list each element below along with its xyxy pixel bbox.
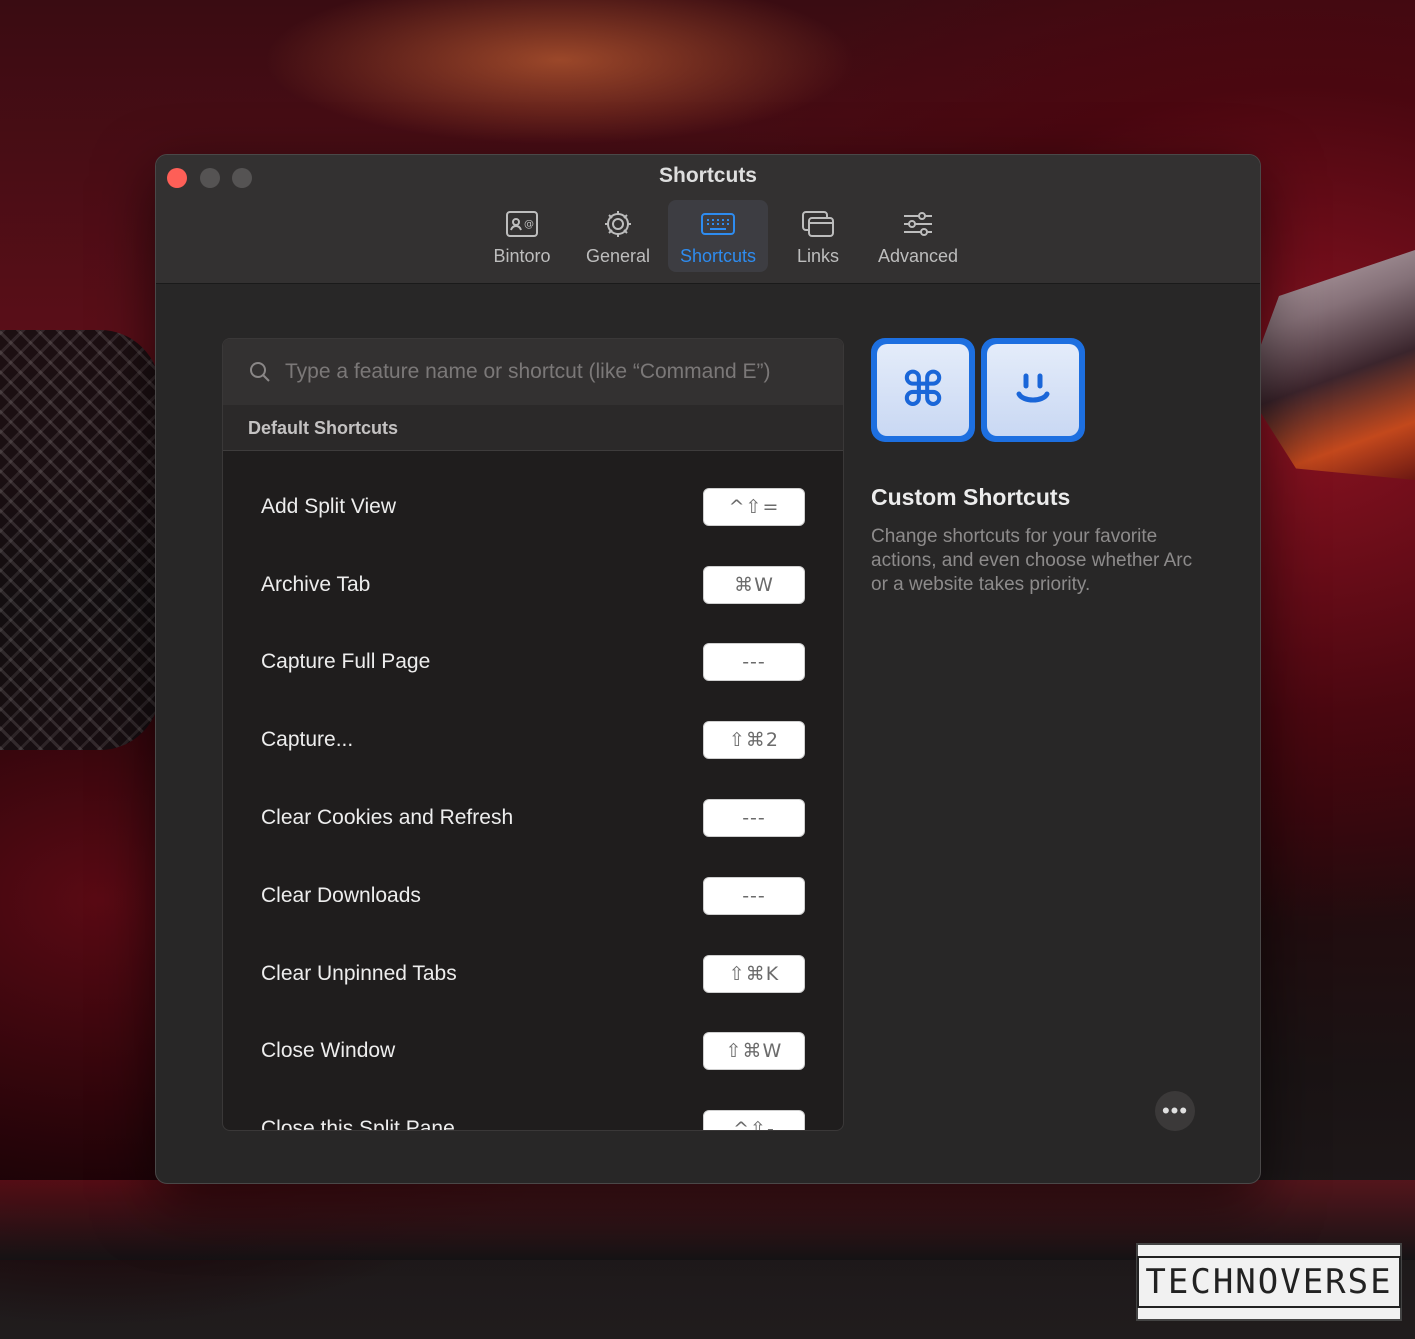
search-input[interactable]	[285, 360, 825, 384]
shortcut-row: Capture Full Page ---	[223, 624, 843, 702]
more-options-button[interactable]: •••	[1155, 1091, 1195, 1131]
shortcut-key-button[interactable]: ⇧⌘2	[703, 721, 805, 760]
preferences-tabs: @ Bintoro General Shortcuts Links Advanc…	[476, 200, 968, 272]
background-grille	[0, 330, 160, 750]
shortcut-label: Archive Tab	[261, 572, 371, 596]
shortcut-key-button[interactable]: ^⇧=	[703, 487, 805, 526]
tab-label: Advanced	[877, 246, 959, 266]
section-header: Default Shortcuts	[223, 405, 843, 451]
promo-description: Change shortcuts for your favorite actio…	[871, 526, 1193, 595]
command-symbol: ⌘	[877, 344, 969, 436]
shortcut-key-button[interactable]: ^⇧-	[703, 1110, 805, 1130]
sliders-icon	[900, 208, 936, 240]
tab-shortcuts[interactable]: Shortcuts	[668, 200, 768, 272]
settings-window: Shortcuts @ Bintoro General Shortcuts Li…	[155, 154, 1261, 1184]
shortcut-row: Clear Downloads ---	[223, 857, 843, 935]
window-title: Shortcuts	[658, 164, 757, 187]
gear-icon	[600, 208, 636, 240]
shortcut-key-button[interactable]: ⇧⌘W	[703, 1032, 805, 1071]
shortcut-rows: Add Split View ^⇧= Archive Tab ⌘W Captur…	[223, 451, 843, 1131]
search-bar	[223, 339, 843, 405]
tab-bintoro[interactable]: @ Bintoro	[476, 200, 568, 272]
shortcut-label: Clear Downloads	[261, 883, 421, 907]
windows-icon	[800, 208, 836, 240]
shortcut-key-button[interactable]: ---	[703, 799, 805, 838]
shortcut-row: Add Split View ^⇧=	[223, 468, 843, 546]
promo-icons: ⌘	[871, 338, 1211, 442]
watermark-text: TECHNOVERSE	[1137, 1256, 1401, 1308]
titlebar: Shortcuts @ Bintoro General Shortcuts Li…	[156, 155, 1260, 284]
smiley-icon	[1016, 373, 1050, 403]
shortcut-row: Archive Tab ⌘W	[223, 546, 843, 624]
shortcut-key-button[interactable]: ⇧⌘K	[703, 954, 805, 993]
command-key-icon: ⌘	[871, 338, 975, 442]
tab-label: General	[585, 246, 651, 266]
tab-label: Shortcuts	[679, 246, 757, 266]
shortcut-label: Clear Unpinned Tabs	[261, 961, 457, 985]
tab-label: Links	[796, 246, 840, 266]
shortcut-label: Close Window	[261, 1039, 396, 1063]
keyboard-icon	[700, 208, 736, 240]
shortcuts-list-panel: Default Shortcuts Add Split View ^⇧= Arc…	[222, 338, 844, 1131]
shortcut-label: Capture...	[261, 728, 354, 752]
tab-label: Bintoro	[493, 246, 551, 266]
shortcut-key-button[interactable]: ⌘W	[703, 565, 805, 604]
shortcut-row: Capture... ⇧⌘2	[223, 701, 843, 779]
shortcut-label: Capture Full Page	[261, 650, 431, 674]
shortcut-key-button[interactable]: ---	[703, 876, 805, 915]
tab-general[interactable]: General	[572, 200, 664, 272]
shortcut-label: Clear Cookies and Refresh	[261, 806, 514, 830]
shortcut-key-button[interactable]: ---	[703, 643, 805, 682]
tab-advanced[interactable]: Advanced	[868, 200, 968, 272]
tab-links[interactable]: Links	[772, 200, 864, 272]
promo-title: Custom Shortcuts	[871, 484, 1071, 510]
watermark-logo: TECHNOVERSE	[1136, 1243, 1402, 1321]
shortcut-row: Clear Unpinned Tabs ⇧⌘K	[223, 935, 843, 1013]
background-headlight	[1245, 250, 1415, 480]
shortcut-label: Close this Split Pane	[261, 1117, 455, 1131]
shortcut-row: Close Window ⇧⌘W	[223, 1013, 843, 1091]
custom-shortcuts-promo: ⌘ Custom Shortcuts Change shortcuts for …	[871, 338, 1211, 597]
svg-text:@: @	[524, 219, 534, 230]
smiley-key-icon	[981, 338, 1085, 442]
search-icon	[250, 362, 270, 382]
shortcut-label: Add Split View	[261, 494, 397, 518]
profile-card-icon: @	[504, 208, 540, 240]
shortcut-row: Clear Cookies and Refresh ---	[223, 779, 843, 857]
shortcut-row: Close this Split Pane ^⇧-	[223, 1090, 843, 1131]
